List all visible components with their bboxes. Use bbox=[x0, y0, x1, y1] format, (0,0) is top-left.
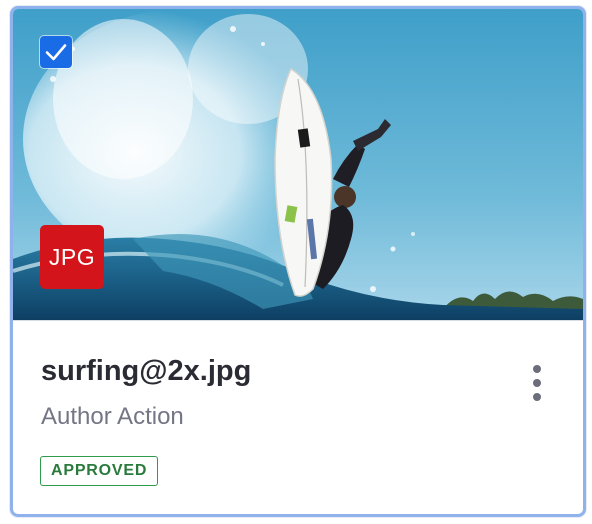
menu-dot bbox=[533, 379, 541, 387]
status-badge: APPROVED bbox=[40, 456, 159, 486]
file-type-badge: JPG bbox=[40, 225, 104, 289]
menu-dot bbox=[533, 393, 541, 401]
asset-thumbnail[interactable]: JPG bbox=[13, 9, 583, 321]
menu-dot bbox=[533, 365, 541, 373]
asset-subtitle: Author Action bbox=[41, 403, 184, 430]
checkmark-icon bbox=[45, 44, 67, 61]
asset-card[interactable]: JPG surfing@2x.jpg Author Action APPROVE… bbox=[10, 6, 586, 517]
more-vertical-icon[interactable] bbox=[523, 361, 551, 405]
asset-file-name[interactable]: surfing@2x.jpg bbox=[41, 355, 251, 388]
select-checkbox[interactable] bbox=[40, 36, 72, 68]
asset-info: surfing@2x.jpg Author Action APPROVED bbox=[13, 321, 583, 514]
